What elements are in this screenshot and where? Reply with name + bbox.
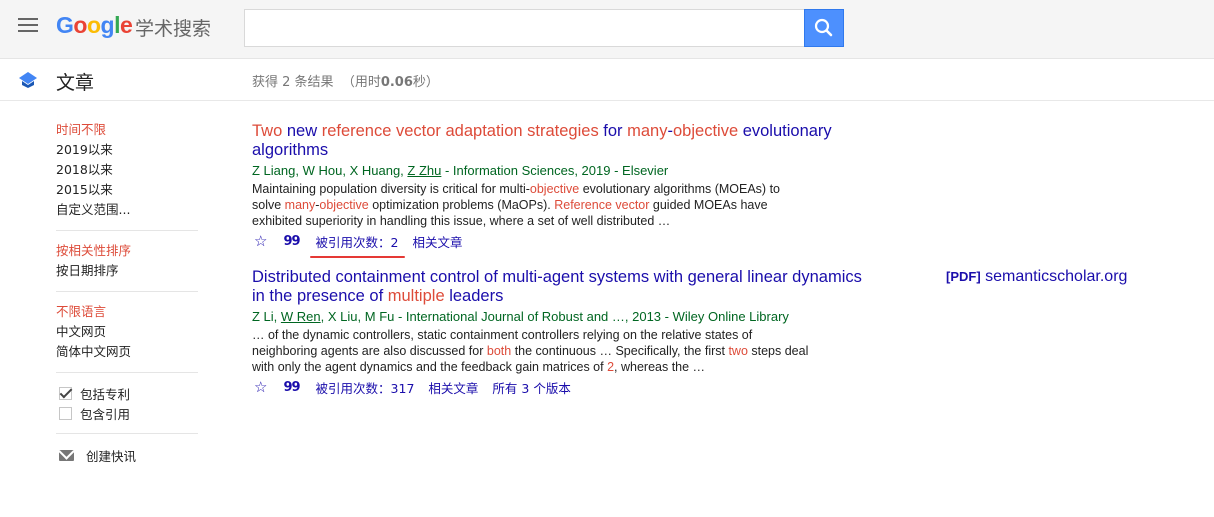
sort-group: 按相关性排序 按日期排序 xyxy=(56,241,198,292)
author-link[interactable]: Z Liang xyxy=(252,163,295,178)
author-profile-link[interactable]: Z Zhu xyxy=(407,163,441,178)
text-run: , whereas the … xyxy=(614,360,706,374)
scholar-label: 学术搜索 xyxy=(135,18,212,40)
author-link[interactable]: M Fu xyxy=(365,309,395,324)
author-link[interactable]: Z Li xyxy=(252,309,274,324)
pdf-domain: semanticscholar.org xyxy=(985,268,1128,285)
sub-header: 文章 获得 2 条结果 （用时0.06秒） xyxy=(0,60,1214,101)
time-filter-group: 时间不限 2019以来 2018以来 2015以来 自定义范围... xyxy=(56,120,198,231)
author-link[interactable]: X Huang xyxy=(350,163,401,178)
result-actions: ☆ 99 被引用次数：2 相关文章 xyxy=(252,232,872,258)
filter-since-2015[interactable]: 2015以来 xyxy=(56,180,198,200)
language-group: 不限语言 中文网页 简体中文网页 xyxy=(56,302,198,373)
pdf-link[interactable]: [PDF] semanticscholar.org xyxy=(946,268,1127,286)
result-snippet: Maintaining population diversity is crit… xyxy=(252,181,812,229)
highlighted-term: many xyxy=(627,122,668,140)
section-title: 文章 xyxy=(56,72,95,94)
include-citations-checkbox[interactable]: 包含引用 xyxy=(56,403,198,423)
lang-simplified-chinese[interactable]: 简体中文网页 xyxy=(56,342,198,362)
filter-custom-range[interactable]: 自定义范围... xyxy=(56,200,198,220)
checkbox-unchecked-icon xyxy=(59,406,72,420)
cite-quote-icon[interactable]: 99 xyxy=(283,234,300,249)
highlighted-term: Reference vector xyxy=(554,198,650,212)
highlighted-term: objective xyxy=(529,182,580,196)
related-articles-link[interactable]: 相关文章 xyxy=(413,232,463,251)
search-icon xyxy=(814,18,833,37)
result-title[interactable]: Two new reference vector adaptation stra… xyxy=(252,122,872,160)
result-source: - Information Sciences, 2019 - Elsevier xyxy=(441,163,669,178)
search-input[interactable] xyxy=(244,9,804,47)
include-patents-label: 包括专利 xyxy=(80,386,131,402)
lang-chinese-pages[interactable]: 中文网页 xyxy=(56,322,198,342)
text-run: new xyxy=(282,122,322,140)
filter-any-time[interactable]: 时间不限 xyxy=(56,120,198,140)
all-versions-link[interactable]: 所有 3 个版本 xyxy=(492,378,570,397)
include-group: 包括专利 包含引用 xyxy=(56,383,198,434)
include-patents-checkbox[interactable]: 包括专利 xyxy=(56,383,198,403)
filter-since-2019[interactable]: 2019以来 xyxy=(56,140,198,160)
result-title[interactable]: Distributed containment control of multi… xyxy=(252,268,872,306)
highlighted-term: objective xyxy=(673,122,739,140)
include-citations-label: 包含引用 xyxy=(80,406,131,422)
highlighted-term: objective xyxy=(319,198,369,212)
highlighted-term: reference vector adaptation strategies xyxy=(321,122,599,140)
result-item: Distributed containment control of multi… xyxy=(252,268,872,396)
result-snippet: … of the dynamic controllers, static con… xyxy=(252,327,812,375)
highlighted-term: multiple xyxy=(387,287,445,305)
highlighted-term: both xyxy=(486,344,512,358)
create-alert-button[interactable]: 创建快讯 xyxy=(56,444,198,466)
highlighted-term: two xyxy=(728,344,748,358)
menu-icon[interactable] xyxy=(18,18,38,34)
text-run: for xyxy=(598,122,628,140)
result-authors: Z Li, W Ren, X Liu, M Fu - International… xyxy=(252,309,789,324)
result-item: Two new reference vector adaptation stra… xyxy=(252,122,872,258)
cited-by-link[interactable]: 被引用次数：2 xyxy=(309,232,405,258)
sidebar: 时间不限 2019以来 2018以来 2015以来 自定义范围... 按相关性排… xyxy=(56,120,198,466)
google-logo[interactable]: Google xyxy=(56,12,133,39)
result-actions: ☆ 99 被引用次数：317 相关文章 所有 3 个版本 xyxy=(252,378,872,396)
author-link[interactable]: X Liu xyxy=(328,309,358,324)
result-count: 获得 2 条结果 （用时0.06秒） xyxy=(252,75,439,90)
author-profile-link[interactable]: W Ren xyxy=(281,309,321,324)
header: Google 学术搜索 xyxy=(0,0,1214,59)
cited-by-link[interactable]: 被引用次数：317 xyxy=(316,378,415,397)
text-run: optimization problems (MaOPs). xyxy=(368,198,555,212)
text-run: Distributed containment control of multi… xyxy=(252,268,862,305)
lang-any[interactable]: 不限语言 xyxy=(56,302,198,322)
highlighted-term: Two xyxy=(252,122,283,140)
envelope-icon xyxy=(59,449,74,461)
author-link[interactable]: W Hou xyxy=(303,163,343,178)
result-authors: Z Liang, W Hou, X Huang, Z Zhu - Informa… xyxy=(252,163,669,178)
cite-quote-icon[interactable]: 99 xyxy=(283,380,300,395)
highlighted-term: 2 xyxy=(607,360,615,374)
filter-since-2018[interactable]: 2018以来 xyxy=(56,160,198,180)
save-star-icon[interactable]: ☆ xyxy=(254,232,267,250)
sort-by-relevance[interactable]: 按相关性排序 xyxy=(56,241,198,261)
create-alert-label: 创建快讯 xyxy=(86,448,137,464)
highlighted-term: many xyxy=(284,198,316,212)
save-star-icon[interactable]: ☆ xyxy=(254,378,267,396)
search-button[interactable] xyxy=(804,9,844,47)
related-articles-link[interactable]: 相关文章 xyxy=(428,378,478,397)
text-run: the continuous … Specifically, the first xyxy=(511,344,729,358)
pdf-tag: [PDF] xyxy=(946,269,981,284)
text-run: leaders xyxy=(444,287,504,305)
text-run: Maintaining population diversity is crit… xyxy=(252,182,530,196)
result-source: - International Journal of Robust and …,… xyxy=(394,309,789,324)
checkbox-checked-icon xyxy=(59,386,72,400)
sort-by-date[interactable]: 按日期排序 xyxy=(56,261,198,281)
articles-icon xyxy=(19,72,37,88)
